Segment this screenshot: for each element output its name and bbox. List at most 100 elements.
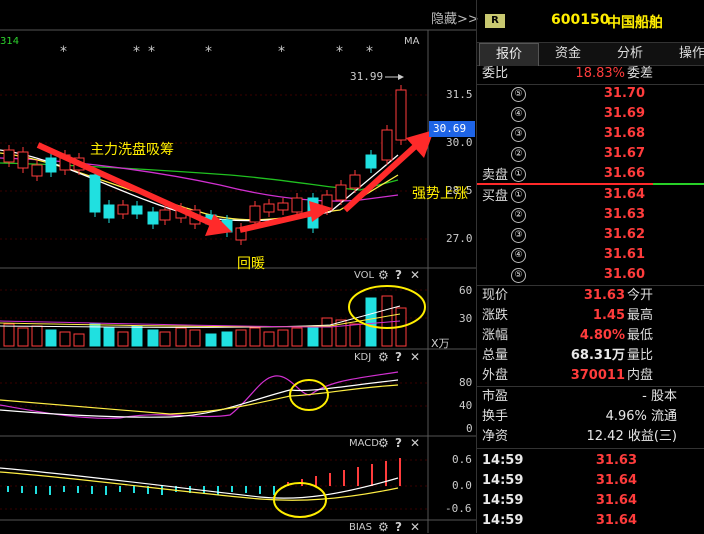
level-index: ④ xyxy=(511,107,526,122)
stat-value: 370011 xyxy=(570,368,625,383)
volume-bar xyxy=(235,329,247,347)
weicha-label: 委差 xyxy=(627,66,654,81)
candle xyxy=(117,204,129,215)
y-tick: 27.0 xyxy=(446,232,473,245)
close-icon[interactable]: ✕ xyxy=(410,520,420,534)
candle xyxy=(249,205,261,223)
volume-bar xyxy=(59,331,71,347)
buy-row[interactable]: ① 31.64 xyxy=(477,185,704,205)
sell-row[interactable]: ⑤ 31.70 xyxy=(477,84,704,104)
question-icon[interactable]: ? xyxy=(395,268,402,282)
candle xyxy=(45,157,57,173)
sell-row[interactable]: ④ 31.69 xyxy=(477,104,704,124)
chart-area[interactable]: * * * * * * * 314 MA 隐藏>> 31.99 30.69 31… xyxy=(0,0,479,534)
y-tick: 31.5 xyxy=(446,88,473,101)
y-tick: 60 xyxy=(459,284,473,297)
stat-label: 换手 xyxy=(482,409,509,424)
candle xyxy=(3,149,15,163)
rating-badge: R xyxy=(485,14,505,28)
gear-icon[interactable]: ⚙ xyxy=(378,268,389,282)
stat-value: - 股本 xyxy=(642,389,677,404)
y-tick: 30 xyxy=(459,312,473,325)
tick-price: 31.64 xyxy=(595,493,637,508)
kdj-label: KDJ xyxy=(354,352,372,363)
candle xyxy=(395,89,407,141)
stock-code: 600150 xyxy=(551,12,610,28)
question-icon[interactable]: ? xyxy=(395,520,402,534)
volume-bar xyxy=(205,333,217,347)
stat-value: 12.42 收益(三) xyxy=(586,429,678,444)
sell-label: 卖盘 xyxy=(482,168,509,183)
level-index: ② xyxy=(511,208,526,223)
close-icon[interactable]: ✕ xyxy=(410,350,420,364)
stat-row: 外盘 370011 内盘 xyxy=(477,366,704,386)
sell-row[interactable]: ② 31.67 xyxy=(477,144,704,164)
y-tick: -0.6 xyxy=(445,502,472,515)
buy-row[interactable]: ② 31.63 xyxy=(477,205,704,225)
y-tick: 30.0 xyxy=(446,136,473,149)
hide-button[interactable]: 隐藏>> xyxy=(431,8,479,27)
stat-value: 4.96% 流通 xyxy=(605,409,677,424)
tick-time: 14:59 xyxy=(482,513,524,528)
close-icon[interactable]: ✕ xyxy=(410,436,420,450)
high-marker xyxy=(385,74,404,80)
buy-price: 31.64 xyxy=(603,187,645,202)
stat-label: 涨幅 xyxy=(482,328,509,343)
tab-capital[interactable]: 资金 xyxy=(539,43,597,65)
macd-lines xyxy=(0,467,399,501)
stat-value: 31.63 xyxy=(583,288,625,303)
y-tick: 0.0 xyxy=(452,479,472,492)
volume-bar xyxy=(381,295,393,347)
volume-bar xyxy=(307,325,319,347)
macd-label: MACD xyxy=(349,438,379,449)
annotation-washout: 主力洗盘吸筹 xyxy=(90,142,174,158)
stat-label-right: 量比 xyxy=(627,348,654,363)
volume-bar xyxy=(3,323,15,347)
tab-analysis[interactable]: 分析 xyxy=(601,43,659,65)
buy-row[interactable]: ⑤ 31.60 xyxy=(477,265,704,285)
level-index: ① xyxy=(511,188,526,203)
stock-name: 中国船舶 xyxy=(607,15,663,31)
weibi-row: 委比 18.83% 委差 xyxy=(477,64,704,84)
question-icon[interactable]: ? xyxy=(395,350,402,364)
close-icon[interactable]: ✕ xyxy=(410,268,420,282)
gear-icon[interactable]: ⚙ xyxy=(378,350,389,364)
current-price-value: 30.69 xyxy=(433,122,467,135)
gear-icon[interactable]: ⚙ xyxy=(378,520,389,534)
volume-bar xyxy=(189,329,201,347)
stat-label: 涨跌 xyxy=(482,308,509,323)
ma-label: MA xyxy=(404,36,420,47)
buy-row[interactable]: ④ 31.61 xyxy=(477,245,704,265)
level-index: ⑤ xyxy=(511,268,526,283)
stat-value: 4.80% xyxy=(579,328,625,343)
macd-bars xyxy=(7,458,401,495)
sell-price: 31.66 xyxy=(603,166,645,181)
candle xyxy=(31,164,43,177)
stat-row: 净资 12.42 收益(三) xyxy=(477,427,704,447)
high-price-label: 31.99 xyxy=(350,70,384,83)
stat-label: 现价 xyxy=(482,288,509,303)
stat-row: 涨幅 4.80% 最低 xyxy=(477,326,704,346)
y-tick: 40 xyxy=(459,399,473,412)
tick-row: 14:59 31.63 xyxy=(477,451,704,471)
sell-row[interactable]: ③ 31.68 xyxy=(477,124,704,144)
signal-markers: * * * * * * * xyxy=(60,44,373,60)
stat-label: 总量 xyxy=(482,348,509,363)
stat-row: 涨跌 1.45 最高 xyxy=(477,306,704,326)
sell-row[interactable]: ① 31.66 xyxy=(477,164,704,184)
y-tick: 80 xyxy=(459,376,473,389)
volume-bar xyxy=(117,331,129,347)
stat-label-right: 最低 xyxy=(627,328,654,343)
volume-bar xyxy=(291,327,303,347)
volume-bar xyxy=(147,329,159,347)
level-index: ① xyxy=(511,167,526,182)
question-icon[interactable]: ? xyxy=(395,436,402,450)
signal-marker: * xyxy=(366,44,373,60)
buy-row[interactable]: ③ 31.62 xyxy=(477,225,704,245)
tab-operate[interactable]: 操作 xyxy=(663,43,704,65)
tab-bar: 报价 资金 分析 操作 xyxy=(477,42,704,66)
gear-icon[interactable]: ⚙ xyxy=(378,436,389,450)
candle xyxy=(103,204,115,219)
tab-quote[interactable]: 报价 xyxy=(479,43,539,66)
level-index: ② xyxy=(511,147,526,162)
